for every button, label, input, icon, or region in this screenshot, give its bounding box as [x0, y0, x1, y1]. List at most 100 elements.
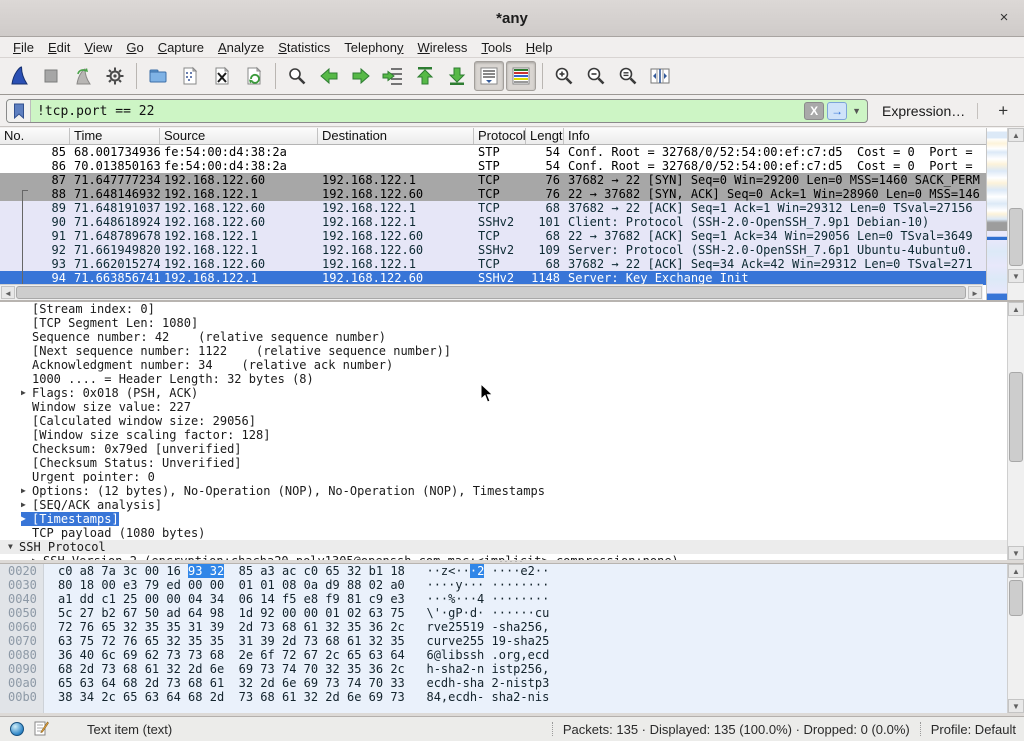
stop-capture-button[interactable]: [36, 61, 66, 91]
detail-line[interactable]: Acknowledgment number: 34 (relative ack …: [0, 358, 1024, 372]
zoom-out-button[interactable]: [581, 61, 611, 91]
scroll-down-icon[interactable]: ▼: [1008, 546, 1024, 560]
detail-line[interactable]: 1000 .... = Header Length: 32 bytes (8): [0, 372, 1024, 386]
packet-list-header[interactable]: No.TimeSourceDestinationProtocolLengthIn…: [0, 128, 1024, 145]
scroll-up-icon[interactable]: ▲: [1008, 302, 1024, 316]
start-capture-button[interactable]: [4, 61, 34, 91]
detail-line[interactable]: [Checksum Status: Unverified]: [0, 456, 1024, 470]
detail-line[interactable]: Urgent pointer: 0: [0, 470, 1024, 484]
packet-row-93[interactable]: 9371.662015274192.168.122.60192.168.122.…: [0, 257, 1024, 271]
hex-row-0040[interactable]: 0040a1 dd c1 25 00 00 04 34 06 14 f5 e8 …: [0, 592, 1024, 606]
packet-row-89[interactable]: 8971.648191037192.168.122.60192.168.122.…: [0, 201, 1024, 215]
zoom-in-button[interactable]: [549, 61, 579, 91]
menu-wireless[interactable]: Wireless: [411, 38, 475, 57]
scrollbar-thumb[interactable]: [1009, 372, 1023, 462]
apply-filter-button[interactable]: →: [827, 102, 847, 120]
menu-statistics[interactable]: Statistics: [271, 38, 337, 57]
scroll-left-icon[interactable]: ◄: [1, 286, 15, 299]
title-bar[interactable]: *any ×: [0, 0, 1024, 37]
packet-row-92[interactable]: 9271.661949820192.168.122.1192.168.122.6…: [0, 243, 1024, 257]
packet-row-88[interactable]: 8871.648146932192.168.122.1192.168.122.6…: [0, 187, 1024, 201]
menu-capture[interactable]: Capture: [151, 38, 211, 57]
menu-telephony[interactable]: Telephony: [337, 38, 410, 57]
colorize-button[interactable]: [506, 61, 536, 91]
detail-line[interactable]: ▶[Timestamps]: [0, 512, 1024, 526]
detail-line[interactable]: TCP payload (1080 bytes): [0, 526, 1024, 540]
auto-scroll-button[interactable]: [474, 61, 504, 91]
detail-line[interactable]: [Calculated window size: 29056]: [0, 414, 1024, 428]
detail-line[interactable]: ▶[SEQ/ACK analysis]: [0, 498, 1024, 512]
hex-row-0060[interactable]: 006072 76 65 32 35 35 31 39 2d 73 68 61 …: [0, 620, 1024, 634]
hex-row-0070[interactable]: 007063 75 72 76 65 32 35 35 31 39 2d 73 …: [0, 634, 1024, 648]
scroll-down-icon[interactable]: ▼: [1008, 699, 1024, 713]
zoom-100-button[interactable]: [613, 61, 643, 91]
hex-row-0080[interactable]: 008036 40 6c 69 62 73 73 68 2e 6f 72 67 …: [0, 648, 1024, 662]
packet-row-85[interactable]: 8568.001734936fe:54:00:d4:38:2aSTP54Conf…: [0, 145, 1024, 159]
expand-closed-icon[interactable]: ▶: [21, 498, 32, 512]
capture-comment-icon[interactable]: [34, 720, 49, 739]
expand-open-icon[interactable]: ▼: [8, 540, 19, 554]
detail-line[interactable]: [TCP Segment Len: 1080]: [0, 316, 1024, 330]
column-header-time[interactable]: Time: [70, 128, 160, 144]
expert-info-icon[interactable]: [10, 722, 24, 736]
go-forward-button[interactable]: [346, 61, 376, 91]
filter-history-dropdown-icon[interactable]: ▼: [852, 106, 861, 116]
scrollbar-thumb[interactable]: [1009, 580, 1023, 616]
column-header-destination[interactable]: Destination: [318, 128, 474, 144]
packet-row-90[interactable]: 9071.648618924192.168.122.60192.168.122.…: [0, 215, 1024, 229]
scroll-right-icon[interactable]: ►: [968, 286, 982, 299]
go-to-top-button[interactable]: [410, 61, 440, 91]
menu-tools[interactable]: Tools: [474, 38, 518, 57]
packet-row-86[interactable]: 8670.013850163fe:54:00:d4:38:2aSTP54Conf…: [0, 159, 1024, 173]
detail-line[interactable]: Window size value: 227: [0, 400, 1024, 414]
scroll-down-icon[interactable]: ▼: [1008, 269, 1024, 283]
add-filter-button[interactable]: +: [990, 101, 1016, 121]
column-header-source[interactable]: Source: [160, 128, 318, 144]
status-profile[interactable]: Profile: Default: [931, 722, 1016, 737]
expression-button[interactable]: Expression…: [882, 103, 965, 119]
detail-line[interactable]: Sequence number: 42 (relative sequence n…: [0, 330, 1024, 344]
detail-line[interactable]: [Window size scaling factor: 128]: [0, 428, 1024, 442]
display-filter-entry[interactable]: !tcp.port == 22 X → ▼: [6, 99, 868, 123]
detail-line[interactable]: ▼SSH Protocol: [0, 540, 1024, 554]
intelligent-scrollbar-minimap[interactable]: [986, 128, 1007, 300]
close-window-button[interactable]: ×: [994, 8, 1014, 28]
hex-row-0050[interactable]: 00505c 27 b2 67 50 ad 64 98 1d 92 00 00 …: [0, 606, 1024, 620]
menu-go[interactable]: Go: [119, 38, 150, 57]
menu-analyze[interactable]: Analyze: [211, 38, 271, 57]
detail-line[interactable]: ▶Flags: 0x018 (PSH, ACK): [0, 386, 1024, 400]
hex-row-0090[interactable]: 009068 2d 73 68 61 32 2d 6e 69 73 74 70 …: [0, 662, 1024, 676]
close-file-button[interactable]: [207, 61, 237, 91]
expand-closed-icon[interactable]: ▶: [21, 484, 32, 498]
packet-row-94[interactable]: 9471.663856741192.168.122.1192.168.122.6…: [0, 271, 1024, 285]
menu-help[interactable]: Help: [519, 38, 560, 57]
detail-line[interactable]: ▶Options: (12 bytes), No-Operation (NOP)…: [0, 484, 1024, 498]
save-file-button[interactable]: [175, 61, 205, 91]
packet-row-91[interactable]: 9171.648789678192.168.122.1192.168.122.6…: [0, 229, 1024, 243]
column-header-info[interactable]: Info: [564, 128, 1024, 144]
column-header-protocol[interactable]: Protocol: [474, 128, 526, 144]
hex-row-00b0[interactable]: 00b038 34 2c 65 63 64 68 2d 73 68 61 32 …: [0, 690, 1024, 704]
scrollbar-thumb[interactable]: [16, 286, 966, 299]
packet-list-horizontal-scrollbar[interactable]: ◄ ►: [0, 284, 983, 300]
packet-list-vertical-scrollbar[interactable]: ▲ ▼: [1007, 128, 1024, 300]
hex-row-00a0[interactable]: 00a065 63 64 68 2d 73 68 61 32 2d 6e 69 …: [0, 676, 1024, 690]
detail-line[interactable]: [Next sequence number: 1122 (relative se…: [0, 344, 1024, 358]
scroll-up-icon[interactable]: ▲: [1008, 564, 1024, 578]
restart-capture-button[interactable]: [68, 61, 98, 91]
menu-view[interactable]: View: [77, 38, 119, 57]
column-header-no[interactable]: No.: [0, 128, 70, 144]
detail-line[interactable]: [Stream index: 0]: [0, 302, 1024, 316]
go-back-button[interactable]: [314, 61, 344, 91]
clear-filter-button[interactable]: X: [804, 102, 824, 120]
go-to-packet-button[interactable]: [378, 61, 408, 91]
detail-vertical-scrollbar[interactable]: ▲ ▼: [1007, 302, 1024, 560]
menu-edit[interactable]: Edit: [41, 38, 77, 57]
reload-file-button[interactable]: [239, 61, 269, 91]
hex-row-0020[interactable]: 0020c0 a8 7a 3c 00 16 93 32 85 a3 ac c0 …: [0, 564, 1024, 578]
bytes-vertical-scrollbar[interactable]: ▲ ▼: [1007, 564, 1024, 713]
filter-bookmark-button[interactable]: [7, 100, 31, 122]
scrollbar-thumb[interactable]: [1009, 208, 1023, 266]
expand-closed-icon[interactable]: ▶: [21, 386, 32, 400]
resize-columns-button[interactable]: [645, 61, 675, 91]
